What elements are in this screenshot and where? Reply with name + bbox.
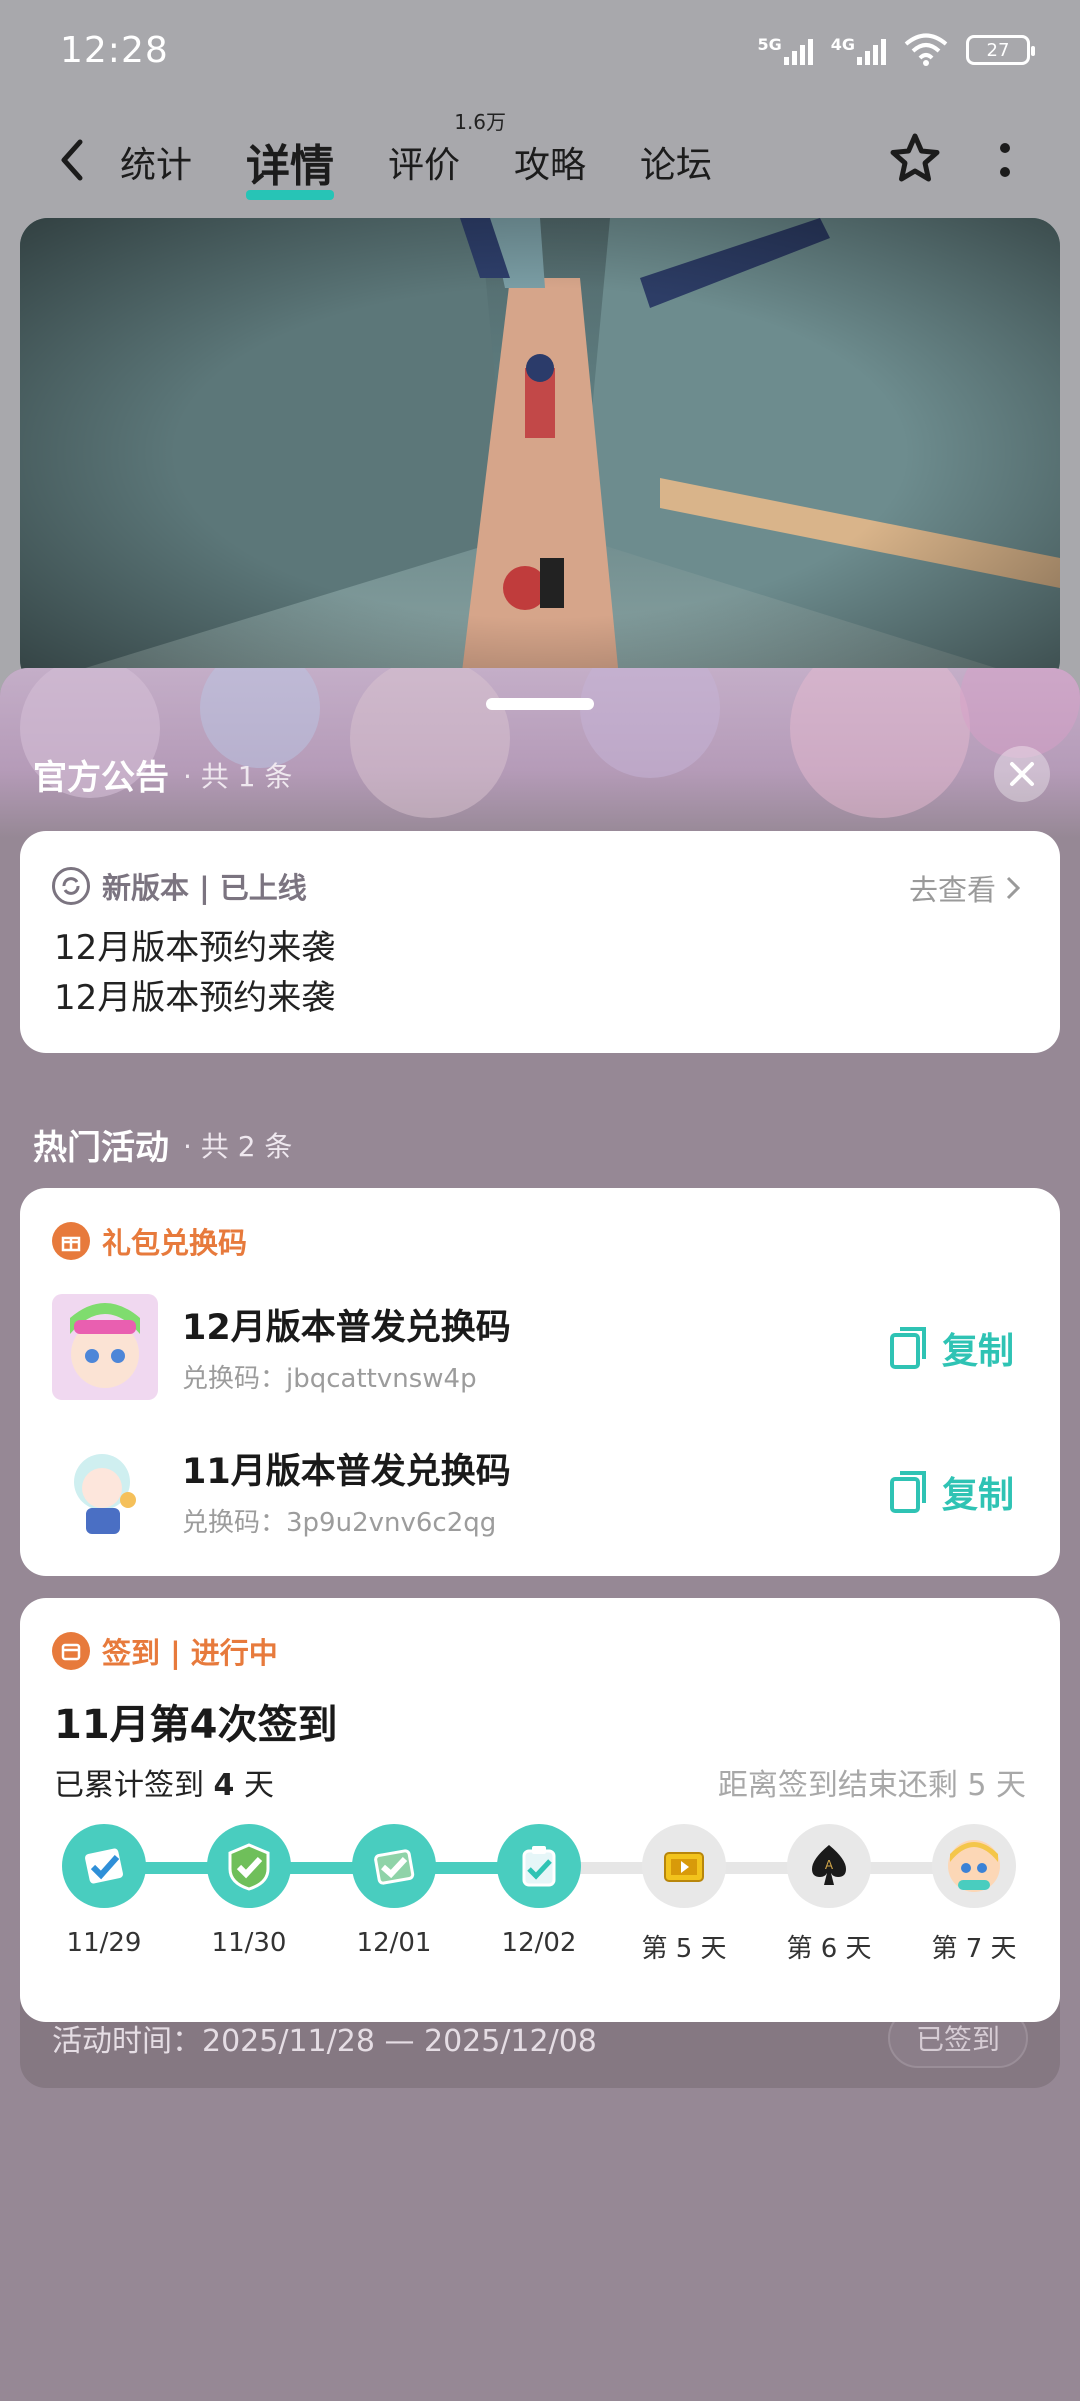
announcement-line: 12月版本预约来袭 xyxy=(54,928,336,968)
signin-card: 签到 | 进行中 11月第4次签到 已累计签到 4 天 距离签到结束还剩 5 天… xyxy=(20,1598,1060,2022)
signin-title: 11月第4次签到 xyxy=(54,1702,338,1748)
copy-icon xyxy=(889,1327,926,1369)
gift-icon xyxy=(52,1222,90,1260)
favorite-star-icon[interactable] xyxy=(885,130,945,190)
tab-stats[interactable]: 统计 xyxy=(120,136,192,188)
tab-details[interactable]: 详情 xyxy=(246,130,335,200)
signin-day[interactable]: 12/01 xyxy=(346,1824,442,1958)
checked-icon xyxy=(207,1824,291,1908)
checked-icon xyxy=(497,1824,581,1908)
tab-forum[interactable]: 论坛 xyxy=(640,136,712,188)
signin-day[interactable]: 12/02 xyxy=(491,1824,587,1958)
gift-title: 12月版本普发兑换码 xyxy=(182,1308,511,1348)
signin-day[interactable]: 11/30 xyxy=(201,1824,297,1958)
wifi-icon xyxy=(904,33,948,66)
refresh-version-icon xyxy=(52,867,90,905)
signin-tag: 签到 | 进行中 xyxy=(52,1630,278,1672)
chevron-right-icon xyxy=(1006,876,1020,900)
ticket-icon xyxy=(642,1824,726,1908)
clock: 12:28 xyxy=(60,29,169,71)
copy-code-button[interactable]: 复制 xyxy=(889,1466,1014,1518)
sheet-drag-handle[interactable] xyxy=(486,698,594,710)
battery-icon: 27 xyxy=(966,35,1035,65)
gift-tag: 礼包兑换码 xyxy=(52,1220,247,1262)
close-icon xyxy=(1010,762,1034,786)
gift-thumbnail-image xyxy=(52,1294,158,1400)
signin-day[interactable]: 11/29 xyxy=(56,1824,152,1958)
details-sheet: 官方公告 · 共 1 条 新版本 | 已上线 去查看 12月版本预约来袭 12月… xyxy=(0,668,1080,2401)
gift-code-card: 礼包兑换码 12月版本普发兑换码 兑换码：jbqcattvnsw4p 复制 11… xyxy=(20,1188,1060,1576)
spade-card-icon: A xyxy=(787,1824,871,1908)
activities-section-title: 热门活动 · 共 2 条 xyxy=(33,1120,292,1169)
corridor-scene-image xyxy=(20,218,1060,688)
game-video-preview[interactable] xyxy=(20,218,1060,688)
gift-code-row: 12月版本普发兑换码 兑换码：jbqcattvnsw4p xyxy=(52,1294,511,1400)
calendar-icon xyxy=(52,1632,90,1670)
gift-code: 兑换码：3p9u2vnv6c2qg xyxy=(182,1508,497,1538)
svg-text:A: A xyxy=(825,1858,834,1872)
gift-title: 11月版本普发兑换码 xyxy=(182,1452,511,1492)
tab-reviews-label: 评价 xyxy=(388,145,461,186)
signin-day[interactable]: 第 5 天 xyxy=(636,1824,732,1965)
activities-count: · 共 2 条 xyxy=(183,1129,293,1163)
tab-guides[interactable]: 攻略 xyxy=(514,136,586,188)
announcement-line: 12月版本预约来袭 xyxy=(54,978,336,1018)
signin-remaining: 距离签到结束还剩 5 天 xyxy=(717,1768,1026,1803)
copy-icon xyxy=(889,1471,926,1513)
signal-4g-icon: 4G xyxy=(831,35,886,65)
signin-day[interactable]: A 第 6 天 xyxy=(781,1824,877,1965)
tab-bar: 统计 详情 评价 1.6万 攻略 论坛 xyxy=(120,110,766,200)
tab-reviews[interactable]: 评价 1.6万 xyxy=(388,110,506,188)
announcement-tag: 新版本 | 已上线 xyxy=(52,865,307,907)
copy-code-button[interactable]: 复制 xyxy=(889,1322,1014,1374)
avatar-icon xyxy=(932,1824,1016,1908)
review-count-badge: 1.6万 xyxy=(454,110,507,134)
signin-count: 已累计签到 4 天 xyxy=(54,1768,274,1803)
activity-period: 活动时间：2025/11/28 — 2025/12/08 xyxy=(52,2024,597,2059)
announcement-card[interactable]: 新版本 | 已上线 去查看 12月版本预约来袭 12月版本预约来袭 xyxy=(20,831,1060,1053)
view-announcement-link[interactable]: 去查看 xyxy=(909,867,1020,909)
gift-code-row: 11月版本普发兑换码 兑换码：3p9u2vnv6c2qg xyxy=(52,1438,511,1544)
more-options-icon[interactable] xyxy=(995,132,1015,188)
announcement-count: · 共 1 条 xyxy=(183,759,293,793)
nav-bar: 统计 详情 评价 1.6万 攻略 论坛 xyxy=(0,110,1080,210)
announcement-section-title: 官方公告 · 共 1 条 xyxy=(33,750,292,799)
signin-day[interactable]: 第 7 天 xyxy=(926,1824,1022,1965)
back-arrow-icon[interactable] xyxy=(52,132,92,188)
checked-icon xyxy=(62,1824,146,1908)
status-bar: 12:28 5G 4G 27 xyxy=(0,0,1080,100)
close-button[interactable] xyxy=(994,746,1050,802)
signal-5g-icon: 5G xyxy=(757,35,813,65)
gift-thumbnail-image xyxy=(52,1438,158,1544)
checked-icon xyxy=(352,1824,436,1908)
gift-code: 兑换码：jbqcattvnsw4p xyxy=(182,1364,477,1394)
